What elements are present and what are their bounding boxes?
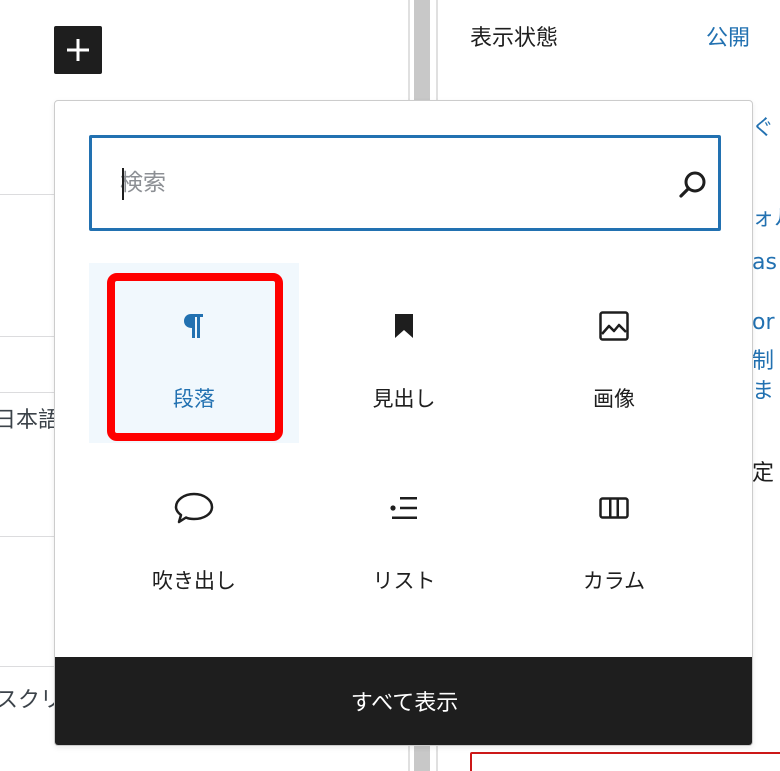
sidebar-link-fragment[interactable]: ぐ — [752, 110, 774, 142]
block-label: カラム — [582, 569, 646, 593]
sidebar-link-fragment[interactable]: 制 — [752, 343, 774, 375]
sidebar-link-fragment[interactable]: or — [752, 310, 775, 335]
block-label: 段落 — [173, 387, 215, 411]
background-text: スクリ — [0, 688, 63, 713]
block-item-heading[interactable]: 見出し — [299, 263, 509, 443]
block-item-speech-bubble[interactable]: 吹き出し — [89, 445, 299, 625]
highlight-annotation — [107, 273, 283, 441]
block-label: 見出し — [372, 387, 436, 411]
visibility-label: 表示状態 — [470, 26, 559, 51]
speech-bubble-icon — [172, 491, 216, 525]
text-caret — [122, 168, 124, 200]
search-icon — [679, 171, 706, 198]
background-text: 日本語 — [0, 408, 61, 433]
bookmark-icon — [387, 309, 421, 343]
sidebar-text-fragment: 定 — [752, 461, 775, 486]
block-item-columns[interactable]: カラム — [509, 445, 719, 625]
search-field[interactable] — [89, 135, 721, 231]
list-icon — [387, 491, 421, 525]
paragraph-icon — [177, 309, 211, 343]
sidebar-link-fragment[interactable]: as — [752, 250, 777, 275]
block-item-image[interactable]: 画像 — [509, 263, 719, 443]
image-icon — [597, 309, 631, 343]
show-all-button[interactable]: すべて表示 — [55, 657, 752, 745]
sidebar-link-fragment[interactable]: ォル — [752, 200, 780, 232]
block-item-paragraph[interactable]: 段落 — [89, 263, 299, 443]
columns-icon — [597, 491, 631, 525]
block-label: リスト — [372, 569, 436, 593]
danger-button[interactable] — [470, 752, 780, 771]
block-item-list[interactable]: リスト — [299, 445, 509, 625]
block-label: 画像 — [593, 387, 635, 411]
block-inserter-toggle-button[interactable] — [54, 26, 102, 74]
visibility-value-link[interactable]: 公開 — [706, 20, 750, 52]
block-label: 吹き出し — [152, 569, 236, 593]
plus-icon — [67, 39, 89, 61]
block-inserter-popover: 段落 見出し 画像 — [54, 100, 753, 746]
sidebar-link-fragment[interactable]: ま — [752, 373, 774, 405]
search-input[interactable] — [120, 158, 620, 208]
